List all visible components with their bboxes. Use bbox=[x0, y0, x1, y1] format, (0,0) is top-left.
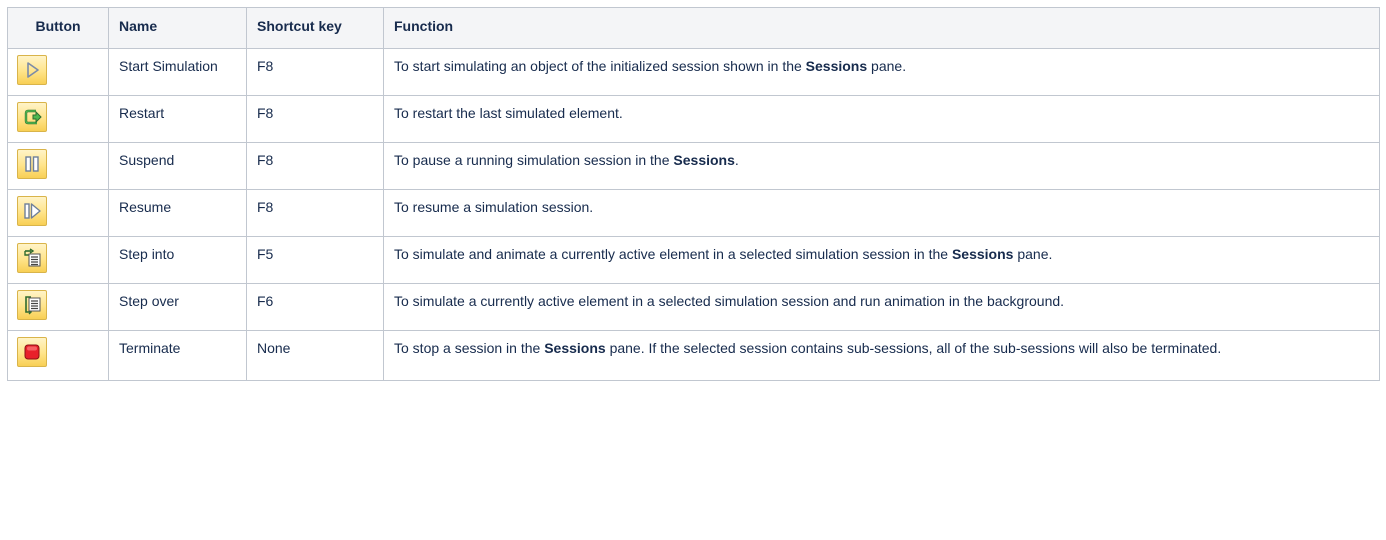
row-name: Resume bbox=[108, 189, 247, 237]
row-shortcut: F6 bbox=[246, 283, 384, 331]
table-header-row: Button Name Shortcut key Function bbox=[7, 7, 1380, 49]
function-text: To stop a session in the bbox=[394, 340, 545, 356]
row-shortcut: F8 bbox=[246, 95, 384, 143]
row-function: To simulate a currently active element i… bbox=[383, 283, 1380, 331]
button-cell bbox=[7, 48, 109, 96]
function-text: To start simulating an object of the ini… bbox=[394, 58, 806, 74]
button-cell bbox=[7, 189, 109, 237]
row-function: To restart the last simulated element. bbox=[383, 95, 1380, 143]
table-row: Step into F5 To simulate and animate a c… bbox=[7, 236, 1380, 284]
header-button: Button bbox=[7, 7, 109, 49]
row-function: To pause a running simulation session in… bbox=[383, 142, 1380, 190]
function-text: To pause a running simulation session in… bbox=[394, 152, 674, 168]
button-cell bbox=[7, 283, 109, 331]
start-simulation-button[interactable] bbox=[17, 55, 47, 85]
table-row: Start Simulation F8 To start simulating … bbox=[7, 48, 1380, 96]
row-function: To resume a simulation session. bbox=[383, 189, 1380, 237]
table-row: Restart F8 To restart the last simulated… bbox=[7, 95, 1380, 143]
function-text: To restart the last simulated element. bbox=[394, 105, 623, 121]
table-row: Step over F6 To simulate a currently act… bbox=[7, 283, 1380, 331]
button-cell bbox=[7, 236, 109, 284]
function-text-end: pane. bbox=[867, 58, 907, 74]
row-function: To start simulating an object of the ini… bbox=[383, 48, 1380, 96]
restart-icon bbox=[24, 109, 42, 125]
function-text: To resume a simulation session. bbox=[394, 199, 594, 215]
terminate-icon bbox=[24, 344, 40, 360]
row-shortcut: F8 bbox=[246, 189, 384, 237]
button-cell bbox=[7, 95, 109, 143]
row-function: To simulate and animate a currently acti… bbox=[383, 236, 1380, 284]
row-function: To stop a session in the Sessions pane. … bbox=[383, 330, 1380, 381]
row-name: Step over bbox=[108, 283, 247, 331]
function-bold-text: Sessions bbox=[805, 58, 868, 74]
step-over-button[interactable] bbox=[17, 290, 47, 320]
step-into-icon bbox=[24, 248, 41, 267]
start-simulation-icon bbox=[27, 62, 39, 78]
function-bold-text: Sessions bbox=[951, 246, 1014, 262]
terminate-button[interactable] bbox=[17, 337, 47, 367]
row-shortcut: None bbox=[246, 330, 384, 381]
suspend-icon bbox=[25, 156, 39, 172]
button-cell bbox=[7, 330, 109, 381]
function-text: To simulate and animate a currently acti… bbox=[394, 246, 952, 262]
row-name: Start Simulation bbox=[108, 48, 247, 96]
row-shortcut: F8 bbox=[246, 48, 384, 96]
restart-button[interactable] bbox=[17, 102, 47, 132]
row-name: Step into bbox=[108, 236, 247, 284]
step-over-icon bbox=[25, 296, 41, 315]
resume-icon bbox=[24, 203, 41, 219]
row-name: Restart bbox=[108, 95, 247, 143]
function-text: To simulate a currently active element i… bbox=[394, 293, 1065, 309]
header-name: Name bbox=[108, 7, 247, 49]
function-bold-text: Sessions bbox=[544, 340, 606, 356]
function-text-end: pane. bbox=[1013, 246, 1053, 262]
row-shortcut: F8 bbox=[246, 142, 384, 190]
step-into-button[interactable] bbox=[17, 243, 47, 273]
row-name: Suspend bbox=[108, 142, 247, 190]
function-text-end: . bbox=[734, 152, 739, 168]
table-row: Resume F8 To resume a simulation session… bbox=[7, 189, 1380, 237]
table-row: Terminate None To stop a session in the … bbox=[7, 330, 1380, 381]
function-text-end: pane. If the selected session contains s… bbox=[605, 340, 1222, 356]
suspend-button[interactable] bbox=[17, 149, 47, 179]
row-name: Terminate bbox=[108, 330, 247, 381]
resume-button[interactable] bbox=[17, 196, 47, 226]
row-shortcut: F5 bbox=[246, 236, 384, 284]
header-function: Function bbox=[383, 7, 1380, 49]
function-bold-text: Sessions bbox=[673, 152, 735, 168]
table-row: Suspend F8 To pause a running simulation… bbox=[7, 142, 1380, 190]
header-shortcut-key: Shortcut key bbox=[246, 7, 384, 49]
toolbar-buttons-table: Button Name Shortcut key Function Start … bbox=[7, 7, 1380, 381]
button-cell bbox=[7, 142, 109, 190]
